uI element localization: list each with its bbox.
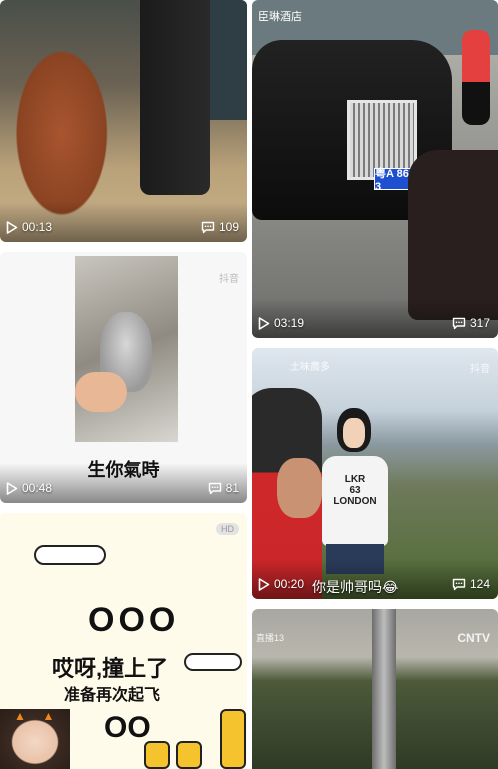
comment-icon (201, 221, 215, 234)
comment-count: 81 (225, 481, 239, 495)
video-meta: 03:19 317 (258, 316, 490, 330)
comment-count: 317 (469, 316, 490, 330)
video-duration: 03:19 (274, 316, 305, 330)
play-icon (6, 220, 18, 234)
cartoon-text: 哎呀,撞上了 (52, 656, 169, 681)
comment-icon (208, 482, 222, 495)
thumbnail-detail (408, 150, 498, 320)
thumbnail-detail (140, 0, 210, 195)
thumbnail-sign-text: 臣琳酒店 (258, 11, 302, 23)
shirt-print: LKR 63 LONDON (322, 456, 388, 546)
cartoon-text: OOO (88, 601, 180, 639)
video-card-4[interactable]: 土味農多 抖音 LKR 63 LONDON 你是帅哥吗😂 00:20 124 (252, 348, 498, 599)
comment-count: 109 (218, 220, 239, 234)
thumbnail-detail (343, 418, 365, 448)
cat-ears-filter: ▲ ▲ (14, 709, 55, 723)
thumbnail-detail (277, 458, 322, 518)
play-icon (258, 316, 270, 330)
video-card-6[interactable]: 直播13 CNTV (252, 609, 498, 769)
thumbnail-detail (462, 30, 490, 125)
cartoon-blocks (138, 701, 247, 769)
cloud-drawing (184, 653, 242, 671)
comment-icon (452, 317, 466, 330)
video-duration: 00:48 (22, 481, 53, 495)
video-card-2[interactable]: 臣琳酒店 粤A 8691 3 03:19 317 (252, 0, 498, 338)
play-icon (6, 481, 18, 495)
thumbnail-detail (75, 372, 127, 412)
watermark: 抖音 (219, 274, 239, 285)
comment-count: 124 (469, 577, 490, 591)
video-duration: 00:13 (22, 220, 53, 234)
channel-logo-text: CNTV (457, 631, 490, 645)
video-card-3[interactable]: 抖音 生你氣時 00:48 81 (0, 252, 247, 503)
play-icon (258, 577, 270, 591)
video-card-5[interactable]: HD OOO 哎呀,撞上了 准备再次起飞 OO ▲ ▲ (0, 513, 247, 769)
comment-icon (452, 578, 466, 591)
video-card-1[interactable]: 00:13 109 (0, 0, 247, 242)
cloud-drawing (34, 545, 106, 565)
thumbnail-detail (372, 609, 396, 769)
video-duration: 00:20 (274, 577, 305, 591)
video-meta: 00:20 124 (258, 577, 490, 591)
video-meta: 00:13 109 (6, 220, 239, 234)
channel-tag: 直播13 (256, 633, 285, 643)
watermark: 抖音 (470, 364, 490, 375)
hd-badge: HD (216, 523, 239, 535)
video-meta: 00:48 81 (6, 481, 239, 495)
channel-logo-text: 土味農多 (290, 362, 330, 373)
